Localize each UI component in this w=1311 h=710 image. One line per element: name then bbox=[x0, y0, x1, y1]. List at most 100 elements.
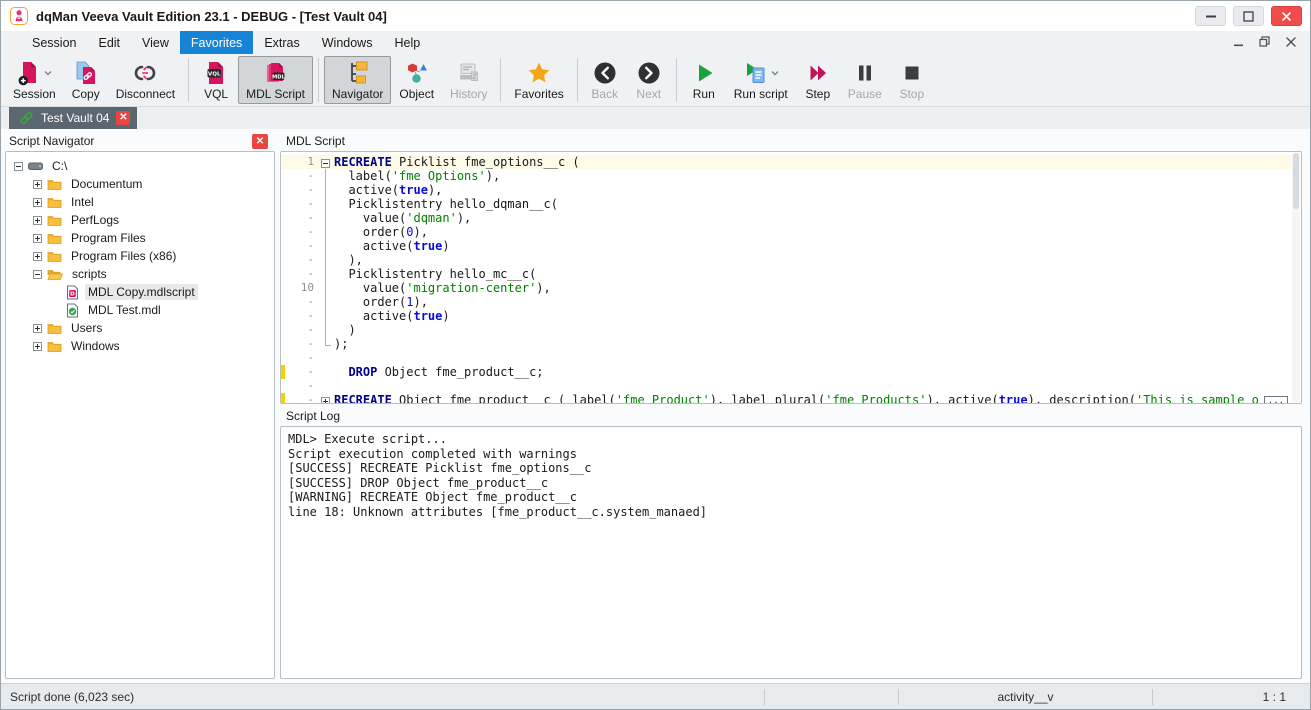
line-number: 1 bbox=[285, 155, 319, 169]
pause-button[interactable]: Pause bbox=[840, 56, 890, 104]
editor-scrollbar[interactable] bbox=[1292, 153, 1300, 402]
maximize-button[interactable] bbox=[1233, 6, 1264, 26]
history-icon bbox=[456, 60, 482, 86]
disconnect-button[interactable]: Disconnect bbox=[108, 56, 183, 104]
stop-button[interactable]: Stop bbox=[890, 56, 934, 104]
mdi-close-icon[interactable] bbox=[1286, 36, 1296, 50]
script-navigator-panel: Script Navigator ✕ C:\DocumentumIntelPer… bbox=[1, 129, 278, 683]
code-line[interactable]: -RECREATE Object fme_product__c ( label(… bbox=[281, 393, 1292, 404]
code-line[interactable]: - Picklistentry hello_mc__c( bbox=[281, 267, 1292, 281]
fold-column[interactable] bbox=[319, 155, 334, 169]
code-text: ), bbox=[334, 253, 1292, 267]
code-line[interactable]: - order(0), bbox=[281, 225, 1292, 239]
tree-item[interactable]: DMDL Copy.mdlscript bbox=[8, 283, 272, 301]
menu-item-view[interactable]: View bbox=[131, 31, 180, 54]
code-line[interactable]: - bbox=[281, 351, 1292, 365]
status-cursor-position: 1 : 1 bbox=[1153, 684, 1310, 709]
tree-item-label: MDL Test.mdl bbox=[85, 302, 164, 318]
run-script-button[interactable]: Run script bbox=[726, 56, 796, 104]
expander-plus-icon[interactable] bbox=[33, 342, 42, 351]
menu-item-favorites[interactable]: Favorites bbox=[180, 31, 253, 54]
favorites-button[interactable]: Favorites bbox=[506, 56, 571, 104]
folder-icon bbox=[47, 250, 62, 263]
tree-item[interactable]: Users bbox=[8, 319, 272, 337]
code-text: value('migration-center'), bbox=[334, 281, 1292, 295]
tree-item[interactable]: Program Files (x86) bbox=[8, 247, 272, 265]
run-button[interactable]: Run bbox=[682, 56, 726, 104]
expander-plus-icon[interactable] bbox=[33, 252, 42, 261]
mdl-script-button[interactable]: MDLMDL Script bbox=[238, 56, 313, 104]
menu-item-extras[interactable]: Extras bbox=[253, 31, 310, 54]
script-log-header: Script Log bbox=[278, 404, 1310, 425]
expander-minus-icon[interactable] bbox=[33, 270, 42, 279]
next-button[interactable]: Next bbox=[627, 56, 671, 104]
expander-minus-icon[interactable] bbox=[14, 162, 23, 171]
editor-scrollbar-thumb[interactable] bbox=[1293, 153, 1299, 209]
tree-item[interactable]: C:\ bbox=[8, 157, 272, 175]
expander-plus-icon[interactable] bbox=[33, 216, 42, 225]
menu-item-help[interactable]: Help bbox=[383, 31, 431, 54]
fold-column bbox=[319, 183, 334, 197]
menu-item-edit[interactable]: Edit bbox=[87, 31, 131, 54]
copy-button-label: Copy bbox=[72, 87, 100, 101]
copy-button[interactable]: Copy bbox=[64, 56, 108, 104]
tree-item[interactable]: Program Files bbox=[8, 229, 272, 247]
code-line[interactable]: - value('dqman'), bbox=[281, 211, 1292, 225]
history-button[interactable]: History bbox=[442, 56, 495, 104]
tree-item[interactable]: MDL Test.mdl bbox=[8, 301, 272, 319]
code-line[interactable]: - ), bbox=[281, 253, 1292, 267]
code-line[interactable]: - Picklistentry hello_dqman__c( bbox=[281, 197, 1292, 211]
code-line[interactable]: - active(true), bbox=[281, 183, 1292, 197]
menu-item-session[interactable]: Session bbox=[21, 31, 87, 54]
code-line[interactable]: - bbox=[281, 379, 1292, 393]
tab-close-icon[interactable]: ✕ bbox=[116, 111, 130, 125]
fold-column bbox=[319, 211, 334, 225]
tree-item[interactable]: Documentum bbox=[8, 175, 272, 193]
menu-item-windows[interactable]: Windows bbox=[311, 31, 384, 54]
code-line[interactable]: 1RECREATE Picklist fme_options__c ( bbox=[281, 155, 1292, 169]
script-navigator-close-icon[interactable]: ✕ bbox=[252, 134, 268, 149]
tree-item[interactable]: PerfLogs bbox=[8, 211, 272, 229]
tree-item[interactable]: Windows bbox=[8, 337, 272, 355]
expander-plus-icon[interactable] bbox=[33, 180, 42, 189]
minimize-button[interactable] bbox=[1195, 6, 1226, 26]
close-button[interactable] bbox=[1271, 6, 1302, 26]
tree-item[interactable]: Intel bbox=[8, 193, 272, 211]
code-line[interactable]: - label('fme Options'), bbox=[281, 169, 1292, 183]
script-log[interactable]: MDL> Execute script...Script execution c… bbox=[280, 426, 1302, 679]
step-button[interactable]: Step bbox=[796, 56, 840, 104]
mdi-minimize-icon[interactable] bbox=[1234, 36, 1243, 50]
code-line[interactable]: - active(true) bbox=[281, 309, 1292, 323]
fold-column[interactable] bbox=[319, 393, 334, 404]
code-line[interactable]: -); bbox=[281, 337, 1292, 351]
toolbar-separator bbox=[577, 58, 578, 102]
code-line[interactable]: - order(1), bbox=[281, 295, 1292, 309]
tree-item[interactable]: scripts bbox=[8, 265, 272, 283]
session-button[interactable]: Session bbox=[5, 56, 64, 104]
folded-code-ellipsis[interactable]: ... bbox=[1264, 396, 1288, 404]
vql-button[interactable]: VQLVQL bbox=[194, 56, 238, 104]
tab-test-vault-04[interactable]: Test Vault 04 ✕ bbox=[9, 107, 137, 129]
mdi-restore-icon[interactable] bbox=[1259, 36, 1270, 50]
object-button[interactable]: Object bbox=[391, 56, 442, 104]
expander-plus-icon[interactable] bbox=[33, 198, 42, 207]
mdl-script-button-label: MDL Script bbox=[246, 87, 305, 101]
back-button[interactable]: Back bbox=[583, 56, 627, 104]
fold-expand-icon[interactable] bbox=[321, 395, 330, 404]
code-line[interactable]: - DROP Object fme_product__c; bbox=[281, 365, 1292, 379]
line-number: - bbox=[285, 309, 319, 323]
tree-item-label: MDL Copy.mdlscript bbox=[85, 284, 198, 300]
code-line[interactable]: 10 value('migration-center'), bbox=[281, 281, 1292, 295]
disconnect-icon bbox=[132, 60, 158, 86]
code-line[interactable]: - ) bbox=[281, 323, 1292, 337]
fold-column bbox=[319, 379, 334, 393]
file-tree[interactable]: C:\DocumentumIntelPerfLogsProgram FilesP… bbox=[5, 151, 275, 679]
code-editor[interactable]: 1RECREATE Picklist fme_options__c (- lab… bbox=[280, 151, 1302, 404]
expander-plus-icon[interactable] bbox=[33, 234, 42, 243]
expander-plus-icon[interactable] bbox=[33, 324, 42, 333]
navigator-button[interactable]: Navigator bbox=[324, 56, 391, 104]
code-line[interactable]: - active(true) bbox=[281, 239, 1292, 253]
app-window: dqMan Veeva Vault Edition 23.1 - DEBUG -… bbox=[0, 0, 1311, 710]
line-number: - bbox=[285, 337, 319, 351]
chevron-down-icon bbox=[770, 69, 780, 77]
